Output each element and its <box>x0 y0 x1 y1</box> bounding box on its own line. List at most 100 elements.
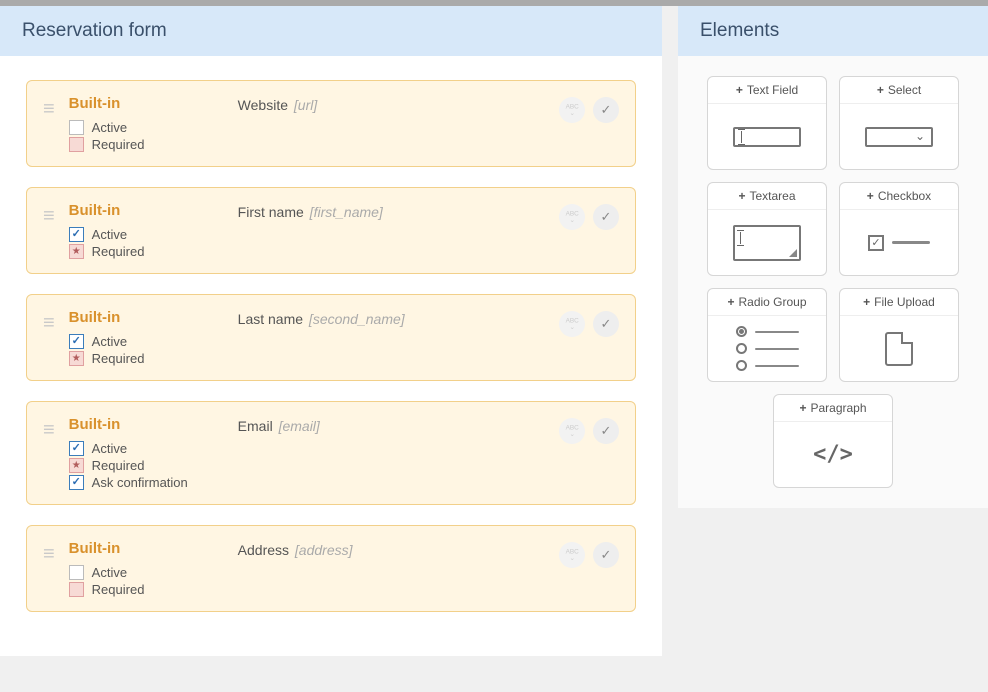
field-actions: ABC⌄ ✓ <box>559 309 619 337</box>
drag-handle-icon[interactable]: ≡ <box>43 95 55 119</box>
plus-icon: + <box>736 83 743 97</box>
ask-confirmation-checkbox[interactable] <box>69 475 84 490</box>
main-panel-title: Reservation form <box>0 6 662 56</box>
element-paragraph[interactable]: +Paragraph</> <box>773 394 893 488</box>
required-checkbox[interactable] <box>69 351 84 366</box>
required-checkbox-row: Required <box>69 351 224 366</box>
required-checkbox-row: Required <box>69 244 224 259</box>
element-title: +Text Field <box>708 77 826 104</box>
element-title: + Checkbox <box>840 183 958 210</box>
field-label: First name [first_name] <box>238 202 545 220</box>
element-preview <box>708 316 826 381</box>
field-label: Website [url] <box>238 95 545 113</box>
field-card-left: Built-in Active Required <box>69 540 224 597</box>
active-checkbox-row: Active <box>69 334 224 349</box>
field-type-label: Built-in <box>69 202 224 219</box>
element-fileupload[interactable]: + File Upload <box>839 288 959 382</box>
field-type-label: Built-in <box>69 540 224 557</box>
confirm-button[interactable]: ✓ <box>593 418 619 444</box>
required-checkbox-row: Required <box>69 582 224 597</box>
spellcheck-button[interactable]: ABC⌄ <box>559 97 585 123</box>
element-label: Textarea <box>749 189 795 203</box>
spellcheck-button[interactable]: ABC⌄ <box>559 311 585 337</box>
ask-confirmation-checkbox-row: Ask confirmation <box>69 475 224 490</box>
active-checkbox-row: Active <box>69 120 224 135</box>
drag-handle-icon[interactable]: ≡ <box>43 202 55 226</box>
required-checkbox[interactable] <box>69 582 84 597</box>
confirm-button[interactable]: ✓ <box>593 204 619 230</box>
element-preview: </> <box>774 422 892 487</box>
field-slug: [email] <box>275 418 320 434</box>
field-actions: ABC⌄ ✓ <box>559 202 619 230</box>
required-checkbox-label: Required <box>92 582 145 597</box>
field-type-label: Built-in <box>69 416 224 433</box>
confirm-button[interactable]: ✓ <box>593 542 619 568</box>
element-select[interactable]: +Select <box>839 76 959 170</box>
active-checkbox-row: Active <box>69 565 224 580</box>
required-checkbox-row: Required <box>69 458 224 473</box>
confirm-button[interactable]: ✓ <box>593 97 619 123</box>
field-type-label: Built-in <box>69 309 224 326</box>
drag-handle-icon[interactable]: ≡ <box>43 309 55 333</box>
element-label: File Upload <box>874 295 935 309</box>
active-checkbox[interactable] <box>69 227 84 242</box>
field-slug: [second_name] <box>305 311 405 327</box>
required-checkbox[interactable] <box>69 137 84 152</box>
field-card-left: Built-inActiveRequired <box>69 95 224 152</box>
element-preview <box>840 210 958 275</box>
field-label-text: Address <box>238 542 289 558</box>
active-checkbox[interactable] <box>69 441 84 456</box>
ask-confirmation-checkbox-label: Ask confirmation <box>92 475 188 490</box>
active-checkbox-label: Active <box>92 227 127 242</box>
main-panel: Reservation form ≡ Built-in Active Required… <box>0 6 662 656</box>
required-checkbox-label: Required <box>92 458 145 473</box>
drag-handle-icon[interactable]: ≡ <box>43 416 55 440</box>
element-title: +Select <box>840 77 958 104</box>
field-card: ≡ Built-in Active Required First name [first… <box>26 187 636 274</box>
active-checkbox-row: Active <box>69 227 224 242</box>
spellcheck-button[interactable]: ABC⌄ <box>559 542 585 568</box>
plus-icon: + <box>727 295 734 309</box>
element-textarea[interactable]: +Textarea <box>707 182 827 276</box>
field-label-text: First name <box>238 204 304 220</box>
field-card-left: Built-in Active Required <box>69 202 224 259</box>
active-checkbox[interactable] <box>69 120 84 135</box>
element-title: +Textarea <box>708 183 826 210</box>
field-card: ≡ Built-in Active Required Address [address]… <box>26 525 636 612</box>
element-label: Radio Group <box>738 295 806 309</box>
field-actions: ABC⌄ ✓ <box>559 540 619 568</box>
field-card: ≡ Built-in Active Required Last name [second… <box>26 294 636 381</box>
elements-grid: +Text Field+Select+Textarea+Checkbox+Rad… <box>678 56 988 508</box>
drag-handle-icon[interactable]: ≡ <box>43 540 55 564</box>
confirm-button[interactable]: ✓ <box>593 311 619 337</box>
active-checkbox-row: Active <box>69 441 224 456</box>
active-checkbox[interactable] <box>69 565 84 580</box>
plus-icon: + <box>867 189 874 203</box>
field-slug: [first_name] <box>306 204 383 220</box>
elements-panel-title: Elements <box>678 6 988 56</box>
required-checkbox[interactable] <box>69 244 84 259</box>
field-card-left: Built-in Active Required Ask confirmation <box>69 416 224 490</box>
field-label: Last name [second_name] <box>238 309 545 327</box>
field-slug: [url] <box>290 97 317 113</box>
field-card: ≡ Built-in Active Required Ask confirmation E… <box>26 401 636 505</box>
plus-icon: + <box>863 295 870 309</box>
element-title: + File Upload <box>840 289 958 316</box>
element-textfield[interactable]: +Text Field <box>707 76 827 170</box>
field-card: ≡Built-inActiveRequiredWebsite [url]ABC⌄… <box>26 80 636 167</box>
field-slug: [address] <box>291 542 352 558</box>
element-label: Checkbox <box>878 189 931 203</box>
required-checkbox-label: Required <box>92 244 145 259</box>
field-label-text: Email <box>238 418 273 434</box>
spellcheck-button[interactable]: ABC⌄ <box>559 418 585 444</box>
plus-icon: + <box>799 401 806 415</box>
active-checkbox-label: Active <box>92 334 127 349</box>
spellcheck-button[interactable]: ABC⌄ <box>559 204 585 230</box>
required-checkbox-label: Required <box>92 137 145 152</box>
field-actions: ABC⌄ ✓ <box>559 416 619 444</box>
element-radiogroup[interactable]: + Radio Group <box>707 288 827 382</box>
element-checkbox[interactable]: + Checkbox <box>839 182 959 276</box>
active-checkbox[interactable] <box>69 334 84 349</box>
required-checkbox[interactable] <box>69 458 84 473</box>
required-checkbox-row: Required <box>69 137 224 152</box>
